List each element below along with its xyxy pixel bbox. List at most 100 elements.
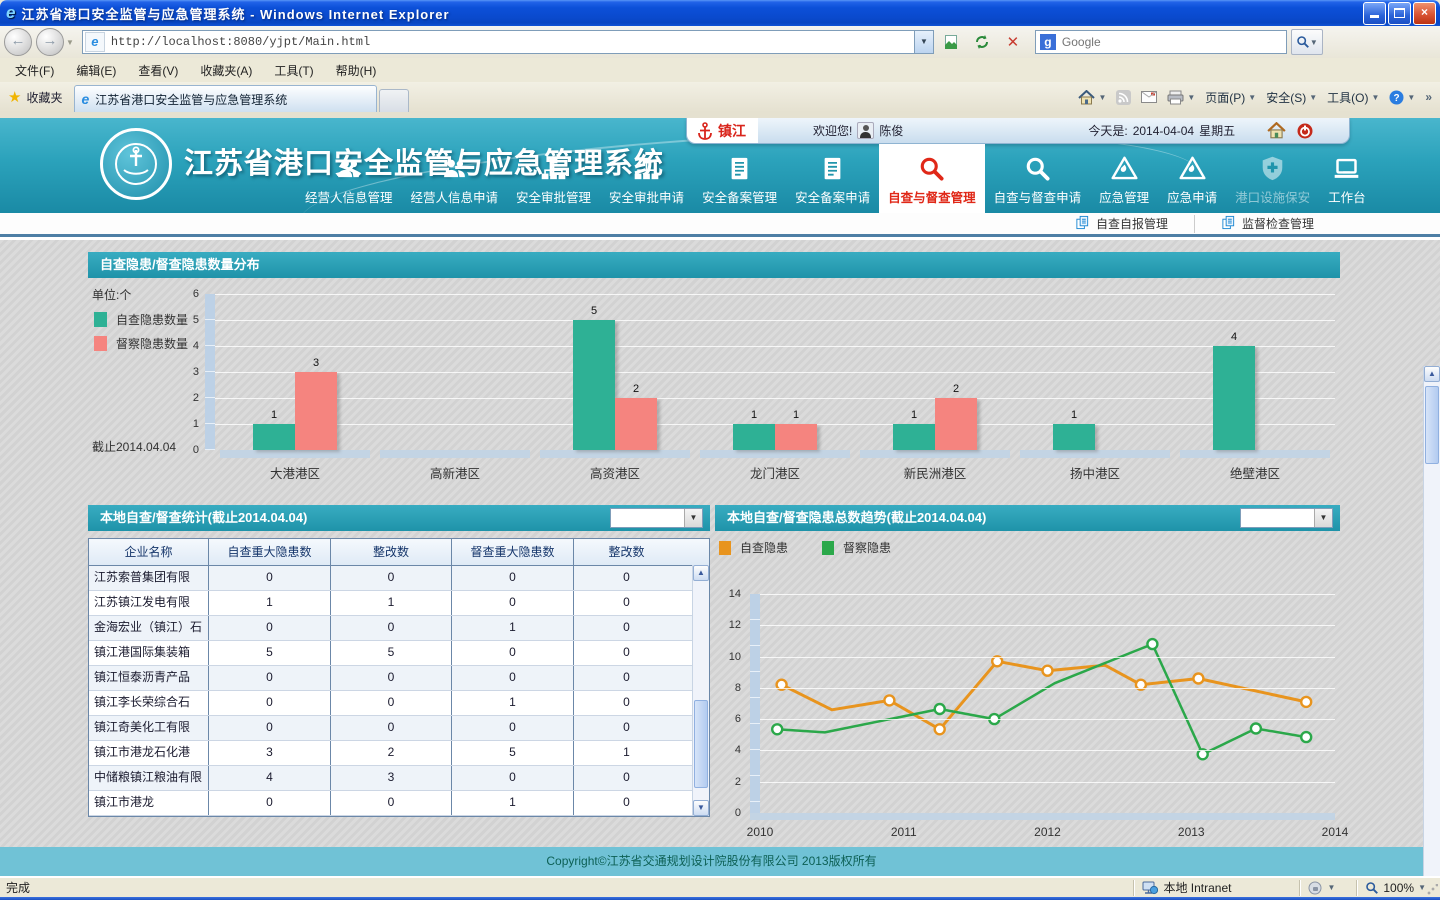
bar-category-label: 大港港区 <box>215 463 375 482</box>
address-bar: ← → ▼ e ▼ ✕ g ▼ <box>0 26 1440 59</box>
select-arrow-icon: ▼ <box>684 509 702 527</box>
restore-button[interactable] <box>1388 2 1411 25</box>
table-row[interactable]: 中储粮镇江粮油有限4300 <box>89 766 709 791</box>
refresh-button[interactable] <box>968 29 996 55</box>
bar-chart-title: 自查隐患/督查隐患数量分布 <box>88 252 1340 278</box>
page-scroll-up-icon[interactable]: ▲ <box>1424 366 1440 382</box>
gridline <box>215 294 1335 295</box>
forward-button[interactable]: → <box>36 28 64 56</box>
page-scroll-thumb[interactable] <box>1425 386 1439 464</box>
menu-item-1[interactable]: 文件(F) <box>4 59 65 82</box>
close-button[interactable]: × <box>1413 2 1436 25</box>
nav-item-2[interactable]: 经营人信息申请 <box>402 144 508 213</box>
site-logo <box>100 128 172 200</box>
nav-item-8[interactable]: 自查与督查申请 <box>985 144 1091 213</box>
bar-supervise <box>775 424 817 450</box>
bar-x-axis-segment <box>1180 450 1330 458</box>
help-button[interactable]: ? ▼ <box>1389 90 1415 105</box>
menu-item-3[interactable]: 查看(V) <box>127 59 189 82</box>
minimize-button[interactable] <box>1363 2 1386 25</box>
favorites-label[interactable]: 收藏夹 <box>26 89 62 106</box>
overflow-chevron[interactable]: » <box>1425 90 1432 104</box>
logout-power-icon[interactable] <box>1296 122 1314 140</box>
page-scrollbar[interactable]: ▲ ▼ <box>1423 366 1440 876</box>
table-row[interactable]: 镇江恒泰沥青产品0000 <box>89 666 709 691</box>
search-box: g <box>1035 30 1287 54</box>
nav-item-3[interactable]: 安全审批管理 <box>507 144 600 213</box>
nav-item-9[interactable]: 应急管理 <box>1090 144 1158 213</box>
bar-category-label: 高资港区 <box>535 463 695 482</box>
ie-logo-icon: e <box>6 3 15 23</box>
bar-category-label: 绝壁港区 <box>1175 463 1335 482</box>
protected-mode-icon <box>1308 881 1323 895</box>
magnifier-icon <box>1024 154 1051 182</box>
stats-filter-select[interactable]: ▼ <box>610 508 703 528</box>
nav-item-4[interactable]: 安全审批申请 <box>600 144 693 213</box>
trend-chart-body: 自查隐患 督察隐患 024681012142010201120122013201… <box>715 531 1340 830</box>
nav-item-7[interactable]: 自查与督查管理 <box>879 144 985 213</box>
stats-table-body: 江苏索普集团有限0000江苏镇江发电有限1100金海宏业（镇江）石0010镇江港… <box>89 566 709 816</box>
gridline <box>215 346 1335 347</box>
table-row[interactable]: 江苏索普集团有限0000 <box>89 566 709 591</box>
table-row[interactable]: 金海宏业（镇江）石0010 <box>89 616 709 641</box>
home-portal-icon[interactable] <box>1267 122 1286 139</box>
tab-active[interactable]: e 江苏省港口安全监管与应急管理系统 <box>74 85 377 112</box>
stop-button[interactable]: ✕ <box>999 29 1027 55</box>
back-button[interactable]: ← <box>4 28 32 56</box>
trend-lines-svg <box>715 531 1340 830</box>
column-header: 整改数 <box>331 539 452 565</box>
url-dropdown-button[interactable]: ▼ <box>914 31 933 53</box>
new-tab-button[interactable] <box>379 89 409 112</box>
table-row[interactable]: 镇江市港龙石化港3251 <box>89 741 709 766</box>
favorites-bar: ★ 收藏夹 e 江苏省港口安全监管与应急管理系统 ▼ ▼ 页面(P)▼ 安全(S… <box>0 82 1440 112</box>
search-input[interactable] <box>1060 34 1286 50</box>
table-row[interactable]: 镇江港国际集装箱5500 <box>89 641 709 666</box>
print-button[interactable]: ▼ <box>1167 90 1195 105</box>
page-menu[interactable]: 页面(P)▼ <box>1205 89 1256 106</box>
table-row[interactable]: 镇江奇美化工有限0000 <box>89 716 709 741</box>
table-row[interactable]: 江苏镇江发电有限1100 <box>89 591 709 616</box>
favorites-star-icon[interactable]: ★ <box>8 88 21 106</box>
tools-menu[interactable]: 工具(O)▼ <box>1327 89 1379 106</box>
search-go-button[interactable]: ▼ <box>1291 29 1323 55</box>
table-row[interactable]: 镇江市港龙0010 <box>89 791 709 816</box>
today-label: 今天是: <box>1088 122 1127 139</box>
gridline <box>760 782 1335 783</box>
safety-menu[interactable]: 安全(S)▼ <box>1266 89 1317 106</box>
nav-item-12[interactable]: 工作台 <box>1319 144 1375 213</box>
table-scroll-thumb[interactable] <box>694 700 708 788</box>
scroll-up-icon[interactable]: ▲ <box>693 565 709 581</box>
resize-grip[interactable] <box>1426 884 1438 896</box>
submenu-item-2[interactable]: 监督检查管理 <box>1194 215 1340 233</box>
url-input[interactable] <box>109 34 914 50</box>
home-button[interactable]: ▼ <box>1078 90 1106 105</box>
trend-x-tick: 2012 <box>1028 825 1068 839</box>
nav-item-5[interactable]: 安全备案管理 <box>693 144 786 213</box>
nav-item-6[interactable]: 安全备案申请 <box>786 144 879 213</box>
menu-item-4[interactable]: 收藏夹(A) <box>189 59 263 82</box>
history-dropdown-icon[interactable]: ▼ <box>66 38 74 47</box>
scroll-down-icon[interactable]: ▼ <box>693 800 709 816</box>
bar-supervise <box>295 372 337 450</box>
nav-item-10[interactable]: 应急申请 <box>1158 144 1226 213</box>
trend-y-tick: 14 <box>717 588 741 600</box>
table-row[interactable]: 镇江李长荣综合石0010 <box>89 691 709 716</box>
command-bar: ▼ ▼ 页面(P)▼ 安全(S)▼ 工具(O)▼ ? ▼ » <box>1078 89 1440 106</box>
compatibility-button[interactable] <box>937 29 965 55</box>
mail-button[interactable] <box>1141 91 1157 103</box>
user-bar: 镇江 欢迎您! 陈俊 今天是: 2014-04-04 星期五 <box>686 118 1350 144</box>
protected-mode-button[interactable]: ▼ <box>1308 881 1335 895</box>
trend-y-tick: 4 <box>717 744 741 756</box>
menu-item-2[interactable]: 编辑(E) <box>65 59 127 82</box>
trend-filter-select[interactable]: ▼ <box>1240 508 1333 528</box>
nav-item-11[interactable]: 港口设施保安 <box>1226 144 1319 213</box>
table-scrollbar[interactable]: ▲ ▼ <box>692 565 709 816</box>
zoom-control[interactable]: 100% ▼ <box>1365 881 1426 895</box>
user-avatar <box>857 122 874 139</box>
feeds-button[interactable] <box>1116 90 1131 105</box>
submenu-item-1[interactable]: 自查自报管理 <box>1049 215 1194 233</box>
nav-item-1[interactable]: 经营人信息管理 <box>296 144 402 213</box>
menu-item-6[interactable]: 帮助(H) <box>325 59 388 82</box>
menu-item-5[interactable]: 工具(T) <box>263 59 324 82</box>
gridline <box>215 398 1335 399</box>
